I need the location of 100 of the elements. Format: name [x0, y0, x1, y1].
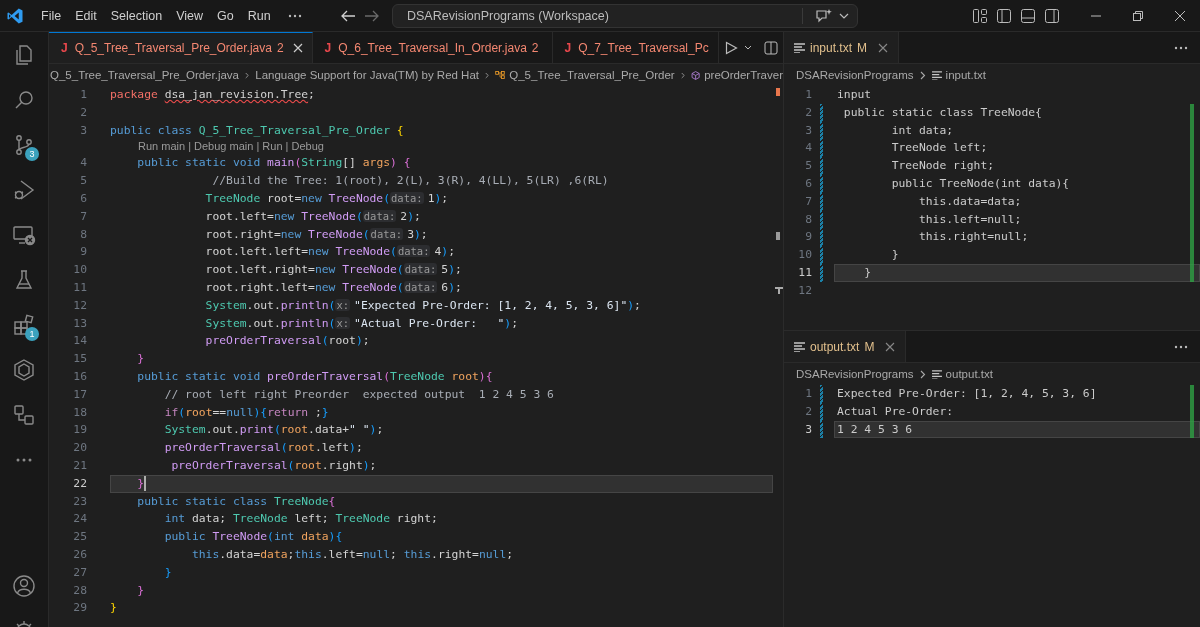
code-line: preOrderTraversal(root.right); — [170, 456, 378, 474]
chevron-right-icon — [680, 70, 685, 80]
line-number: 27 — [72, 563, 88, 581]
code-line: package dsa_jan_revision.Tree; — [110, 86, 316, 103]
code-line: System.out.println(x: "Expected Pre-Order: [1, 2, 4, 5, 3, 6]"); — [204, 296, 642, 314]
notification-count: 3 — [25, 147, 39, 161]
line-number: 28 — [72, 581, 88, 599]
breadcrumb-item[interactable]: DSARevisionPrograms — [796, 368, 914, 380]
code-line: preOrderTraversal(root); — [204, 332, 371, 350]
line-number: 12 — [797, 281, 812, 299]
hexagon-icon[interactable] — [12, 357, 36, 382]
more-icon[interactable] — [1174, 344, 1188, 349]
text-line: public TreeNode(int data){ — [890, 175, 1071, 192]
menu-item[interactable]: Go — [210, 8, 241, 23]
line-number: 11 — [797, 263, 812, 281]
text-line: int data; — [890, 121, 955, 139]
chevron-right-icon — [245, 70, 250, 80]
codelens-links[interactable]: Run main | Debug main | Run | Debug — [110, 139, 324, 155]
code-line: root.right.left=new TreeNode(data: 6); — [204, 278, 463, 296]
close-icon[interactable] — [885, 341, 896, 352]
line-number: 25 — [72, 528, 88, 546]
caret-icon[interactable] — [839, 12, 849, 19]
class-symbol-icon — [495, 69, 506, 81]
line-number: 11 — [72, 278, 88, 296]
line-number: 3 — [804, 420, 812, 438]
cube-icon — [690, 68, 701, 82]
editor-tab[interactable]: J Q_7_Tree_Traversal_Pc — [552, 32, 719, 63]
menu-item[interactable]: Selection — [103, 8, 170, 23]
breadcrumb-item[interactable]: DSARevisionPrograms — [796, 69, 914, 81]
editor-tab[interactable]: output.txt M — [784, 331, 907, 362]
menu-item[interactable]: View — [169, 8, 210, 23]
line-number: 2 — [79, 103, 88, 121]
line-number: 1 — [804, 86, 812, 103]
breadcrumb-item[interactable]: output.txt — [945, 368, 993, 380]
account-icon[interactable] — [12, 573, 36, 598]
run-icon[interactable] — [724, 40, 738, 55]
breadcrumb-item[interactable]: input.txt — [945, 69, 986, 81]
command-center[interactable]: DSARevisionPrograms (Workspace) — [392, 3, 858, 28]
panel-toggle-icon[interactable] — [1020, 7, 1036, 24]
text-file-icon — [931, 70, 942, 80]
line-number: 3 — [79, 121, 88, 139]
text-line: Actual Pre-Order: — [836, 402, 955, 420]
caret-icon[interactable] — [743, 45, 752, 50]
line-number: 8 — [79, 225, 88, 243]
code-line: public static void preOrderTraversal(TreeNode root){ — [136, 367, 494, 385]
scroll-marker — [776, 232, 780, 240]
line-number: 9 — [79, 243, 88, 261]
close-icon[interactable] — [878, 42, 889, 53]
diagram-icon[interactable] — [12, 402, 36, 427]
line-number: 20 — [72, 439, 88, 457]
line-number: 7 — [79, 207, 88, 225]
editor-tab[interactable]: J Q_5_Tree_Traversal_Pre_Order.java 2 — [49, 32, 313, 63]
chat-sparkle-icon[interactable] — [815, 7, 833, 24]
editor-tab[interactable]: J Q_6_Tree_Traversal_In_Order.java 2 — [312, 32, 553, 63]
code-line: // root left right Preorder expected output 1 2 4 5 3 6 — [163, 385, 555, 403]
line-number: 9 — [804, 228, 812, 246]
java-file-icon: J — [564, 40, 572, 55]
code-line: } — [163, 563, 173, 581]
more-icon[interactable] — [287, 13, 302, 18]
line-number: 1 — [804, 385, 812, 402]
breadcrumb-item[interactable]: Q_5_Tree_Traversal_Pre_Order — [509, 69, 675, 81]
code-line: preOrderTraversal(root.left); — [163, 439, 364, 457]
text-line: this.right=null; — [917, 228, 1030, 246]
code-line: root.right=new TreeNode(data: 3); — [204, 225, 429, 243]
line-number: 16 — [72, 367, 88, 385]
line-number: 4 — [79, 154, 88, 172]
breadcrumb-item[interactable]: Language Support for Java(TM) by Red Hat — [255, 69, 479, 81]
sidebar-toggle-icon[interactable] — [996, 7, 1012, 24]
code-line: public TreeNode(int data){ — [163, 528, 344, 546]
text-line: TreeNode right; — [890, 157, 996, 175]
more-icon[interactable] — [1174, 45, 1188, 50]
menu-item[interactable]: Run — [240, 8, 278, 23]
line-number: 2 — [804, 103, 812, 121]
line-number: 10 — [72, 261, 88, 279]
breadcrumb-item[interactable]: preOrderTraver — [704, 69, 783, 81]
line-number: 2 — [804, 402, 812, 420]
code-line: System.out.print(root.data+" "); — [163, 421, 385, 439]
line-number: 1 — [79, 86, 88, 103]
code-line: root.left.right=new TreeNode(data: 5); — [204, 261, 463, 279]
text-line: input — [836, 86, 873, 103]
extensions-icon[interactable] — [12, 312, 36, 337]
restore-icon[interactable] — [1132, 9, 1144, 22]
editor-tab[interactable]: input.txt M — [784, 32, 900, 63]
line-number: 26 — [72, 545, 88, 563]
close-icon[interactable] — [1174, 9, 1186, 22]
menu-item[interactable]: Edit — [68, 8, 104, 23]
line-number: 8 — [804, 210, 812, 228]
secondary-sidebar-icon[interactable] — [1044, 7, 1060, 24]
close-icon[interactable] — [292, 43, 303, 53]
code-line: TreeNode root=new TreeNode(data: 1); — [204, 190, 450, 207]
menu-item[interactable]: File — [34, 8, 69, 23]
java-file-icon: J — [324, 40, 332, 55]
line-number: 3 — [804, 121, 812, 139]
split-editor-icon[interactable] — [763, 40, 778, 55]
back-arrow-icon[interactable] — [340, 8, 356, 23]
chevron-right-icon — [919, 369, 926, 379]
layout-icon[interactable] — [972, 7, 988, 24]
scroll-marker — [775, 287, 783, 294]
breadcrumb-item[interactable]: Q_5_Tree_Traversal_Pre_Order.java — [50, 69, 239, 81]
text-file-icon — [931, 369, 942, 379]
